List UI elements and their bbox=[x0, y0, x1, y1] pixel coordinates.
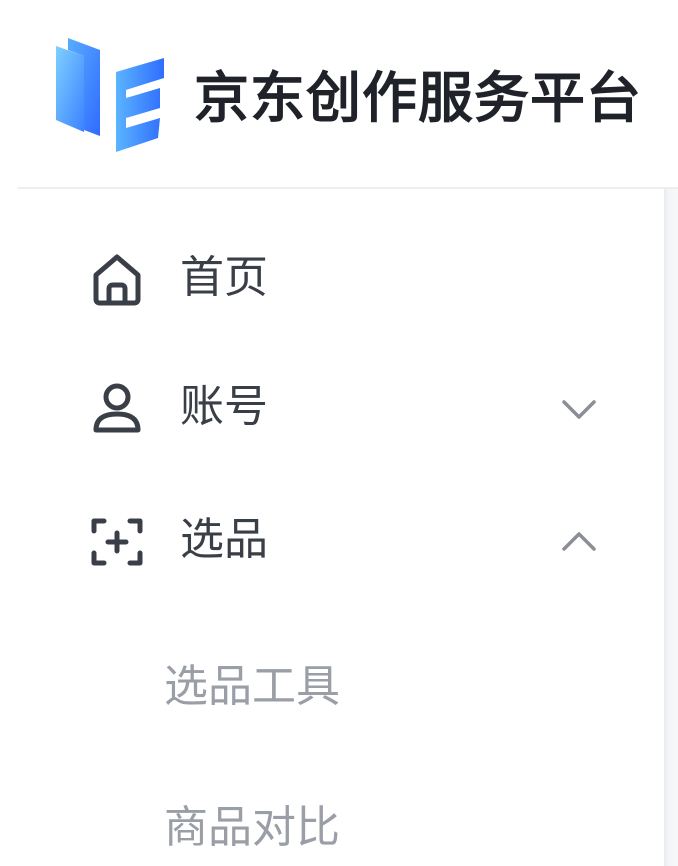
user-icon bbox=[93, 383, 141, 433]
jd-creator-logo-icon[interactable] bbox=[54, 36, 166, 158]
sidebar-item-selection[interactable]: 选品 bbox=[0, 485, 664, 595]
scan-add-icon bbox=[91, 518, 143, 566]
home-icon bbox=[93, 254, 141, 306]
sidebar-menu: 首页 账号 选品 选品工具 商品对比 bbox=[0, 189, 664, 866]
sidebar-item-label: 选品 bbox=[180, 514, 268, 565]
sidebar-right-edge bbox=[664, 189, 678, 866]
chevron-down-icon[interactable] bbox=[556, 386, 602, 432]
app-page: 京东创作服务平台 首页 账号 选品 选品工具 商品对比 bbox=[0, 0, 678, 866]
brand-title: 京东创作服务平台 bbox=[194, 66, 643, 130]
sidebar-header: 京东创作服务平台 bbox=[0, 0, 678, 189]
sidebar-subitem-selection-tool[interactable]: 选品工具 bbox=[0, 636, 664, 736]
chevron-up-icon[interactable] bbox=[556, 519, 602, 565]
sidebar-subitem-label: 选品工具 bbox=[164, 661, 340, 712]
sidebar-item-label: 首页 bbox=[180, 252, 268, 303]
sidebar-subitem-label: 商品对比 bbox=[164, 802, 340, 853]
sidebar-item-home[interactable]: 首页 bbox=[0, 223, 664, 333]
sidebar-item-account[interactable]: 账号 bbox=[0, 352, 664, 462]
sidebar-subitem-product-compare[interactable]: 商品对比 bbox=[0, 777, 664, 866]
sidebar-item-label: 账号 bbox=[180, 381, 268, 432]
